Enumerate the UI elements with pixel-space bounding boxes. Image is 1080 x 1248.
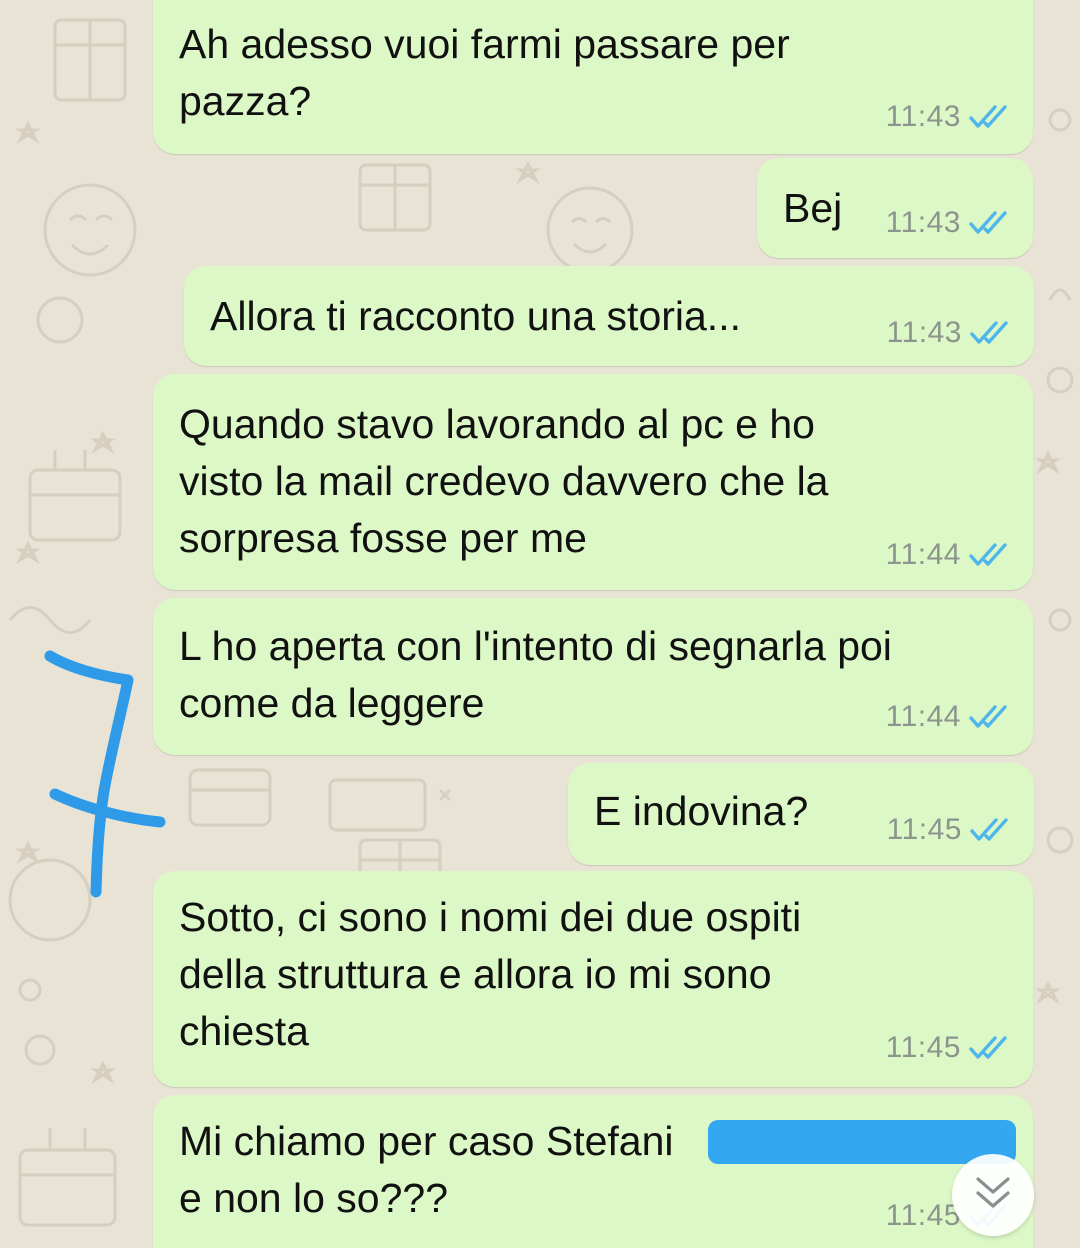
message-meta: 11:43 bbox=[886, 206, 1013, 240]
message-bubble[interactable]: Bej 11:43 bbox=[757, 158, 1033, 258]
message-time: 11:44 bbox=[885, 538, 961, 571]
double-check-icon bbox=[969, 210, 1013, 236]
message-meta: 11:45 bbox=[887, 813, 1014, 847]
message-meta: 11:44 bbox=[886, 538, 1013, 572]
message-text: Bej bbox=[783, 185, 843, 231]
message-time: 11:43 bbox=[886, 316, 962, 349]
message-text: E indovina? bbox=[594, 788, 809, 834]
double-check-icon bbox=[969, 542, 1013, 568]
message-text: sorpresa fosse per me bbox=[179, 515, 587, 561]
message-bubble[interactable]: Sotto, ci sono i nomi dei due ospiti del… bbox=[153, 871, 1033, 1087]
double-check-icon bbox=[969, 104, 1013, 130]
message-time: 11:45 bbox=[885, 1031, 961, 1064]
message-meta: 11:45 bbox=[886, 1031, 1013, 1065]
scroll-to-bottom-button[interactable] bbox=[952, 1154, 1034, 1236]
double-chevron-down-icon bbox=[973, 1175, 1013, 1216]
double-check-icon bbox=[970, 320, 1014, 346]
message-bubble[interactable]: E indovina? 11:45 bbox=[568, 763, 1034, 865]
double-check-icon bbox=[969, 704, 1013, 730]
redaction-mark bbox=[708, 1120, 1016, 1164]
message-text: Quando stavo lavorando al pc e ho bbox=[179, 401, 815, 447]
message-text: come da leggere bbox=[179, 680, 485, 726]
double-check-icon bbox=[969, 1035, 1013, 1061]
message-meta: 11:43 bbox=[887, 316, 1014, 350]
message-text: Ah adesso vuoi farmi passare per bbox=[179, 21, 790, 67]
message-time: 11:45 bbox=[886, 813, 962, 846]
message-text: pazza? bbox=[179, 78, 312, 124]
message-text: della struttura e allora io mi sono bbox=[179, 951, 772, 997]
message-text: Mi chiamo per caso Stefani bbox=[179, 1118, 674, 1164]
message-text: visto la mail credevo davvero che la bbox=[179, 458, 829, 504]
message-meta: 11:44 bbox=[886, 700, 1013, 734]
message-bubble[interactable]: Mi chiamo per caso Stefani e non lo so??… bbox=[153, 1095, 1033, 1248]
message-time: 11:43 bbox=[885, 100, 961, 133]
message-text: e non lo so??? bbox=[179, 1175, 449, 1221]
message-bubble[interactable]: Allora ti racconto una storia... 11:43 bbox=[184, 266, 1034, 366]
message-text: Allora ti racconto una storia... bbox=[210, 293, 741, 339]
double-check-icon bbox=[970, 817, 1014, 843]
message-meta: 11:43 bbox=[886, 100, 1013, 134]
message-bubble[interactable]: L ho aperta con l'intento di segnarla po… bbox=[153, 598, 1033, 755]
message-time: 11:44 bbox=[885, 700, 961, 733]
message-bubble[interactable]: Quando stavo lavorando al pc e ho visto … bbox=[153, 374, 1033, 590]
message-bubble[interactable]: Ah adesso vuoi farmi passare per pazza? … bbox=[153, 0, 1033, 154]
message-text: chiesta bbox=[179, 1008, 309, 1054]
message-text: Sotto, ci sono i nomi dei due ospiti bbox=[179, 894, 802, 940]
message-time: 11:43 bbox=[885, 206, 961, 239]
message-time: 11:45 bbox=[885, 1199, 961, 1232]
message-text: L ho aperta con l'intento di segnarla po… bbox=[179, 623, 892, 669]
